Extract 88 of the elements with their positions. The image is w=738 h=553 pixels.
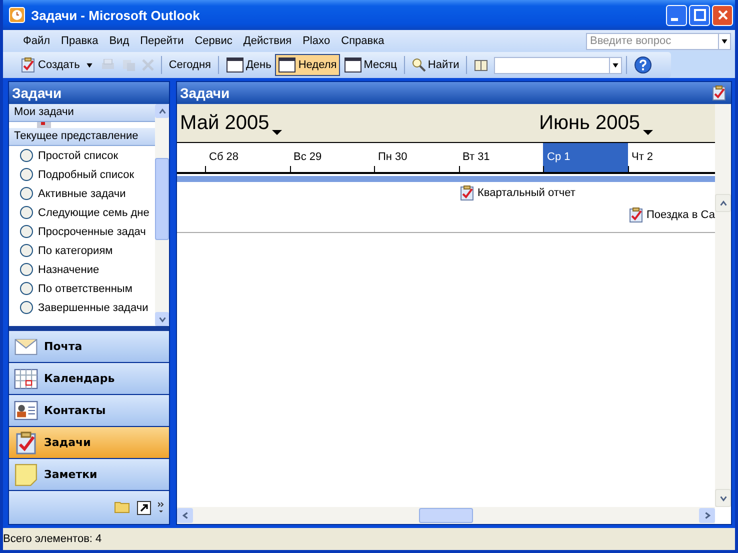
search-combo-field[interactable]	[494, 56, 610, 74]
dropdown-button[interactable]	[610, 56, 622, 74]
view-option[interactable]: По категориям	[38, 244, 113, 256]
dropdown-button[interactable]	[719, 32, 731, 50]
book-icon	[474, 60, 488, 70]
sticky-note-icon	[15, 464, 37, 486]
day-header[interactable]: Сб 28	[205, 143, 290, 172]
view-option[interactable]: Назначение	[38, 264, 100, 276]
day-header[interactable]: Чт 2	[628, 143, 712, 172]
clock-icon	[9, 7, 25, 23]
radio-button[interactable]	[20, 149, 33, 162]
day-header[interactable]: Пн 30	[374, 143, 458, 172]
folders-icon	[122, 60, 135, 70]
clipboard-check-icon	[458, 185, 474, 201]
menu-item[interactable]: Plaxo	[298, 35, 338, 47]
view-option[interactable]: Завершенные задачи	[38, 302, 148, 314]
calendar-icon	[14, 368, 38, 388]
vertical-scrollbar[interactable]	[155, 104, 169, 326]
menu-item[interactable]: Сервис	[190, 35, 240, 47]
radio-button[interactable]	[20, 187, 33, 200]
window-title: Задачи - Microsoft Outlook	[31, 8, 201, 22]
horizontal-scrollbar[interactable]	[177, 507, 715, 524]
month-selector[interactable]: Июнь 2005	[539, 112, 653, 134]
calendar-page-icon	[278, 57, 296, 73]
day-view-button[interactable]: День	[222, 54, 274, 76]
delete-icon	[142, 59, 154, 71]
minimize-button[interactable]	[666, 4, 687, 26]
menu-item[interactable]: Вид	[105, 35, 136, 47]
section-header[interactable]: Текущее представление	[9, 128, 155, 146]
radio-button[interactable]	[20, 168, 33, 181]
maximize-icon	[694, 9, 706, 21]
calendar-page-icon	[344, 57, 362, 73]
maximize-button[interactable]	[689, 4, 710, 26]
view-option[interactable]: Подробный список	[38, 168, 134, 180]
pane-title: Задачи	[180, 85, 230, 101]
clipboard-check-icon	[628, 207, 644, 223]
view-option[interactable]: Просроченные задач	[38, 226, 146, 238]
close-icon	[716, 9, 728, 21]
menu-item[interactable]: Правка	[57, 35, 106, 47]
radio-button[interactable]	[20, 282, 33, 295]
menu-item[interactable]: Справка	[337, 35, 392, 47]
shortcut-icon[interactable]	[137, 500, 151, 514]
calendar-page-icon	[226, 57, 244, 73]
view-option[interactable]: Простой список	[38, 150, 118, 162]
help-search-field[interactable]: Введите вопрос	[586, 32, 719, 50]
clipboard-check-icon	[20, 57, 36, 73]
week-view-button[interactable]: Неделя	[275, 54, 340, 76]
view-option[interactable]: Следующие семь дне	[38, 206, 150, 218]
menu-item[interactable]: Действия	[239, 35, 299, 47]
menu-item[interactable]: Перейти	[136, 35, 191, 47]
minimize-icon	[671, 18, 678, 20]
month-selector[interactable]: Май 2005	[180, 112, 282, 134]
nav-button[interactable]: Календарь	[9, 363, 169, 395]
month-view-button[interactable]: Месяц	[340, 54, 400, 76]
nav-button[interactable]: Почта	[9, 331, 169, 363]
radio-button[interactable]	[20, 263, 33, 276]
clipboard-check-icon	[14, 430, 38, 454]
radio-button[interactable]	[20, 225, 33, 238]
pane-header: Задачи	[9, 82, 169, 104]
find-button[interactable]: Найти	[408, 54, 462, 76]
today-button[interactable]: Сегодня	[166, 54, 214, 76]
task-folder-icon	[37, 122, 51, 128]
day-header[interactable]: Ср 1	[543, 143, 628, 172]
nav-button[interactable]: Контакты	[9, 395, 169, 427]
clipboard-check-icon	[711, 85, 727, 101]
magnifier-icon	[412, 58, 426, 72]
view-option[interactable]: По ответственным	[38, 282, 132, 294]
scrollbar-thumb[interactable]	[419, 508, 473, 523]
menu-item[interactable]: Файл	[19, 35, 58, 47]
close-button[interactable]	[712, 4, 733, 26]
radio-button[interactable]	[20, 244, 33, 257]
new-button[interactable]: Создать	[17, 54, 83, 76]
vertical-scrollbar[interactable]	[715, 104, 731, 507]
radio-button[interactable]	[20, 301, 33, 314]
task-item[interactable]: Квартальный отчет	[458, 182, 715, 204]
nav-button[interactable]: Заметки	[9, 459, 169, 491]
splitter-handle[interactable]	[9, 326, 169, 331]
printer-icon	[100, 59, 116, 71]
view-option[interactable]: Активные задачи	[38, 188, 126, 200]
help-icon	[634, 56, 652, 74]
contact-card-icon	[14, 401, 38, 420]
status-text: Всего элементов: 4	[3, 533, 102, 545]
task-item[interactable]: Поездка в Са	[628, 204, 715, 226]
day-header[interactable]: Вс 29	[290, 143, 374, 172]
section-header[interactable]: Мои задачи	[9, 104, 155, 122]
envelope-icon	[14, 338, 38, 354]
nav-button[interactable]: Задачи	[9, 427, 169, 459]
radio-button[interactable]	[20, 206, 33, 219]
